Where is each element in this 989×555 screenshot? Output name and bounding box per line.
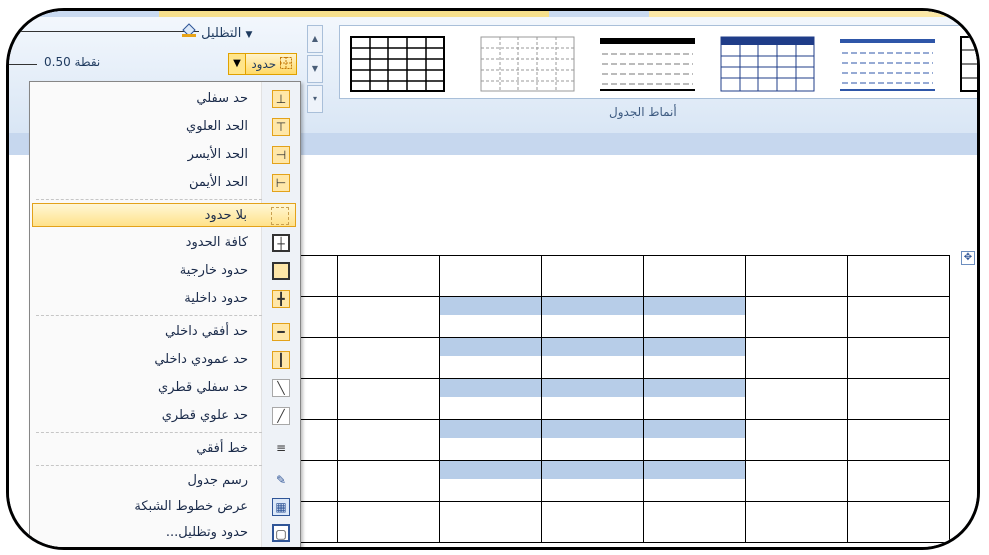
styles-gallery-scroll: ▲ ▼ ▾ <box>307 25 323 113</box>
inside-horizontal-border-icon: ━ <box>272 323 290 341</box>
table-styles-gallery <box>339 25 977 99</box>
table-styles-group-label: أنماط الجدول <box>609 105 677 119</box>
paint-bucket-icon <box>181 23 197 37</box>
all-borders-icon: ┼ <box>272 234 290 252</box>
menu-item-borders-and-shading[interactable]: ▢ حدود وتظليل... <box>32 521 296 545</box>
menu-item-bottom-border[interactable]: ⊥ حد سفلي <box>32 87 296 111</box>
shading-button[interactable]: ▼ التظليل <box>181 23 252 41</box>
menu-item-top-border[interactable]: ⊤ الحد العلوي <box>32 115 296 139</box>
borders-dropdown-menu: ⊥ حد سفلي ⊤ الحد العلوي ⊢ الحد الأيسر ⊣ … <box>29 81 301 547</box>
diagonal-down-border-icon: ╲ <box>272 379 290 397</box>
menu-item-draw-table[interactable]: ✎ رسم جدول <box>32 469 296 493</box>
chevron-down-icon: ▼ <box>233 58 241 69</box>
menu-item-outside-borders[interactable]: حدود خارجية <box>32 259 296 283</box>
table-move-handle-icon[interactable]: ✥ <box>961 251 975 265</box>
menu-separator <box>36 432 262 433</box>
menu-item-right-border[interactable]: ⊣ الحد الأيمن <box>32 171 296 195</box>
table-style-thumbnail[interactable] <box>480 36 575 92</box>
no-border-icon <box>271 207 289 225</box>
menu-item-no-border[interactable]: بلا حدود <box>32 203 296 227</box>
diagonal-up-border-icon: ╱ <box>272 407 290 425</box>
inside-vertical-border-icon: ┃ <box>272 351 290 369</box>
menu-separator <box>36 465 262 466</box>
borders-dropdown-arrow[interactable]: ▼ <box>228 53 246 75</box>
gallery-more-button[interactable]: ▾ <box>307 85 323 113</box>
tab-highlight-left <box>159 11 549 17</box>
horizontal-line-icon: ≡ <box>275 441 287 455</box>
shading-label: التظليل <box>201 26 242 41</box>
table-style-thumbnail[interactable] <box>350 36 445 92</box>
pen-weight-line <box>9 64 37 65</box>
bottom-border-icon: ⊥ <box>272 90 290 108</box>
screenshot-frame: 0.50 نقطة ▼ التظليل ▼ حدود ▲ ▼ ▾ أنماط ا… <box>6 8 980 550</box>
tab-highlight-right <box>649 11 977 17</box>
inside-borders-icon: ╋ <box>272 290 290 308</box>
view-gridlines-icon: ▦ <box>272 498 290 516</box>
menu-item-inside-horizontal-border[interactable]: ━ حد أفقي داخلي <box>32 320 296 344</box>
menu-item-diagonal-up-border[interactable]: ╱ حد علوي قطري <box>32 404 296 428</box>
outside-borders-icon <box>272 262 290 280</box>
table-style-thumbnail[interactable] <box>960 36 977 92</box>
draw-table-icon: ✎ <box>275 473 287 487</box>
chevron-down-icon: ▼ <box>245 30 253 40</box>
menu-item-horizontal-line[interactable]: ≡ خط أفقي <box>32 437 296 461</box>
table-style-thumbnail[interactable] <box>600 36 695 92</box>
pen-weight-dropdown[interactable]: 0.50 نقطة <box>44 55 100 69</box>
left-border-icon: ⊢ <box>272 146 290 164</box>
borders-shading-dialog-icon: ▢ <box>272 524 290 542</box>
menu-separator <box>36 315 262 316</box>
menu-item-inside-vertical-border[interactable]: ┃ حد عمودي داخلي <box>32 348 296 372</box>
gallery-scroll-up-button[interactable]: ▲ <box>307 25 323 53</box>
borders-button[interactable]: حدود <box>245 53 297 75</box>
table-style-thumbnail[interactable] <box>840 36 935 92</box>
table-style-thumbnail[interactable] <box>720 36 815 92</box>
menu-item-left-border[interactable]: ⊢ الحد الأيسر <box>32 143 296 167</box>
gallery-scroll-down-button[interactable]: ▼ <box>307 55 323 83</box>
menu-item-view-gridlines[interactable]: ▦ عرض خطوط الشبكة <box>32 495 296 519</box>
menu-separator <box>36 199 262 200</box>
borders-icon <box>276 57 292 71</box>
pen-style-line[interactable] <box>9 31 199 32</box>
menu-item-inside-borders[interactable]: ╋ حدود داخلية <box>32 287 296 311</box>
menu-item-all-borders[interactable]: ┼ كافة الحدود <box>32 231 296 255</box>
borders-label: حدود <box>251 57 277 71</box>
menu-item-diagonal-down-border[interactable]: ╲ حد سفلي قطري <box>32 376 296 400</box>
top-border-icon: ⊤ <box>272 118 290 136</box>
right-border-icon: ⊣ <box>272 174 290 192</box>
